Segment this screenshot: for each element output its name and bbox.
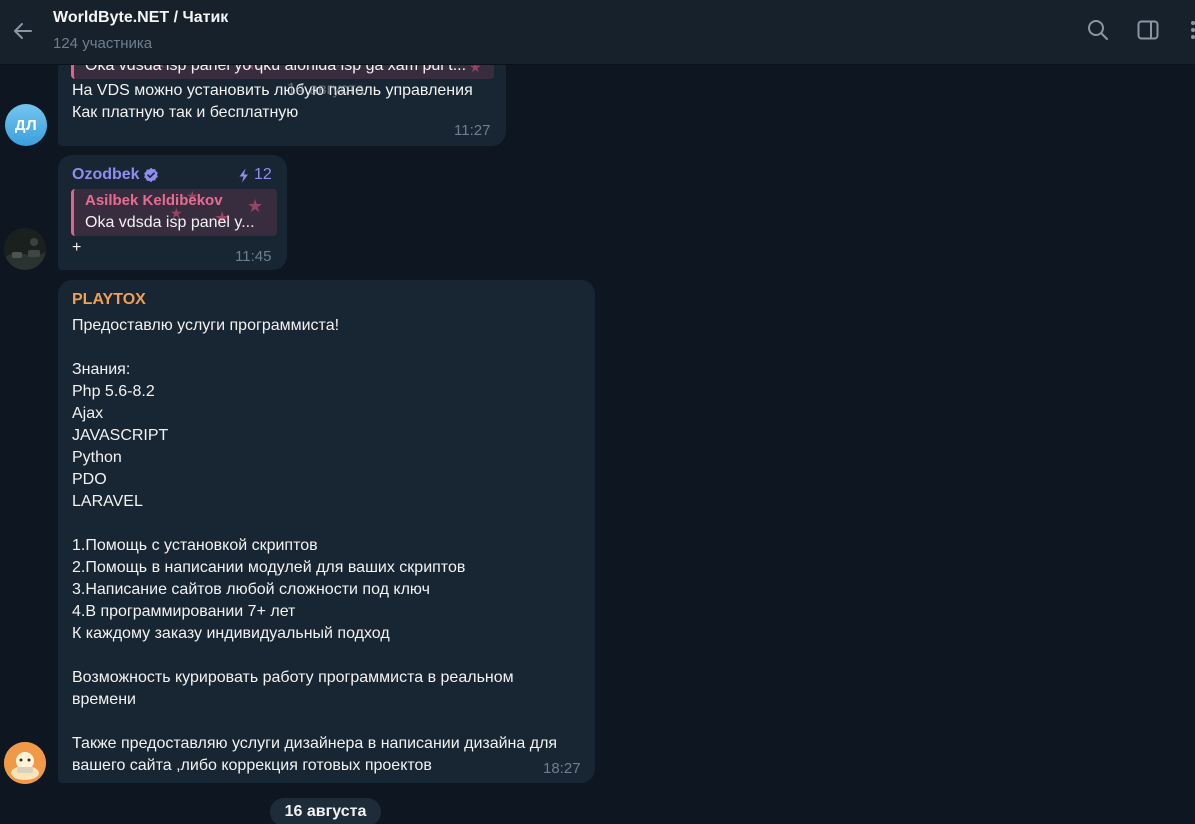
message-line-blank (72, 711, 557, 733)
sender-name[interactable]: PLAYTOX (72, 291, 146, 309)
message-line: Предоставлю услуги программиста! (72, 317, 340, 334)
message-line: Знания: (72, 361, 131, 378)
reply-text: Oka vdsda isp panel y... (85, 214, 255, 231)
member-count[interactable]: 124 участника (53, 35, 152, 52)
avatar-photo-icon (4, 228, 46, 270)
reply-text: Oka vdsda isp panel yo'qku alohida isp g… (85, 64, 467, 74)
message-line: 3.Написание сайтов любой сложности под к… (72, 581, 430, 598)
more-button[interactable] (1181, 17, 1195, 43)
message-line: Ajax (72, 405, 104, 422)
sidebar-toggle-icon (1137, 20, 1159, 40)
message-text: Предоставлю услуги программиста! Знания:… (72, 315, 557, 777)
star-pattern-icon: ★ (247, 196, 264, 216)
boost-icon (239, 168, 248, 183)
chat-title[interactable]: WorldByte.NET / Чатик (53, 9, 228, 27)
reply-preview[interactable]: ★ ★ ★ ★ Asilbek Keldibekov Oka vdsda isp… (71, 189, 277, 236)
message-line: К каждому заказу индивидуальный подход (72, 625, 390, 642)
message-text: + (72, 239, 82, 256)
message-time: 11:27 (454, 122, 491, 139)
sidebar-toggle-button[interactable] (1135, 17, 1161, 43)
message-line: времени (72, 691, 136, 708)
avatar[interactable]: ДЛ (5, 104, 47, 146)
message-line: вашего сайта ,либо коррекция готовых про… (72, 757, 432, 774)
boost-count: 12 (254, 166, 272, 183)
message-list: ★ ★ ★ ★ ★ Oka vdsda isp panel yo'qku alo… (0, 64, 1195, 824)
message-text: На VDS можно установить любую панель упр… (72, 80, 473, 124)
search-icon (1088, 20, 1108, 40)
message-line: Как платную так и бесплатную (72, 104, 299, 121)
message-bubble[interactable]: ★ ★ ★ ★ ★ Oka vdsda isp panel yo'qku alo… (58, 64, 506, 146)
message-line: 4.В программировании 7+ лет (72, 603, 296, 620)
message-bubble[interactable]: Ozodbek 12 ★ ★ ★ ★ Asilbek Keldibekov Ok… (58, 155, 287, 270)
message-line: 1.Помощь с установкой скриптов (72, 537, 318, 554)
message-bubble[interactable]: PLAYTOX Предоставлю услуги программиста!… (58, 280, 595, 783)
floating-date: 14 августа (287, 81, 365, 98)
message-line: На VDS можно установить любую панель упр… (72, 82, 473, 99)
back-button[interactable] (8, 16, 38, 46)
chat-header: WorldByte.NET / Чатик 124 участника (0, 0, 1195, 65)
more-icon (1191, 21, 1195, 39)
message-line-blank (72, 645, 557, 667)
avatar[interactable] (4, 228, 46, 270)
message-line: Php 5.6-8.2 (72, 383, 155, 400)
message-line: 2.Помощь в написании модулей для ваших с… (72, 559, 466, 576)
message-line: PDO (72, 471, 107, 488)
message-line: LARAVEL (72, 493, 143, 510)
star-pattern-icon: ★ (469, 64, 482, 75)
back-arrow-icon (14, 23, 32, 39)
message-line: Возможность курировать работу программис… (72, 669, 514, 686)
message-line: Python (72, 449, 122, 466)
message-line-blank (72, 513, 557, 535)
message-time: 11:45 (235, 248, 272, 265)
avatar[interactable] (4, 742, 46, 784)
sender-name[interactable]: Ozodbek (72, 166, 140, 184)
avatar-character-icon (4, 742, 46, 784)
search-button[interactable] (1085, 17, 1111, 43)
message-line: JAVASCRIPT (72, 427, 169, 444)
reply-preview[interactable]: ★ ★ ★ ★ ★ Oka vdsda isp panel yo'qku alo… (71, 64, 494, 79)
verified-badge-icon (144, 167, 158, 183)
message-line: Также предоставляю услуги дизайнера в на… (72, 735, 558, 752)
message-time: 18:27 (543, 760, 581, 777)
message-line-blank (72, 337, 557, 359)
date-separator: 16 августа (270, 798, 381, 824)
reply-sender-name: Asilbek Keldibekov (85, 192, 223, 209)
